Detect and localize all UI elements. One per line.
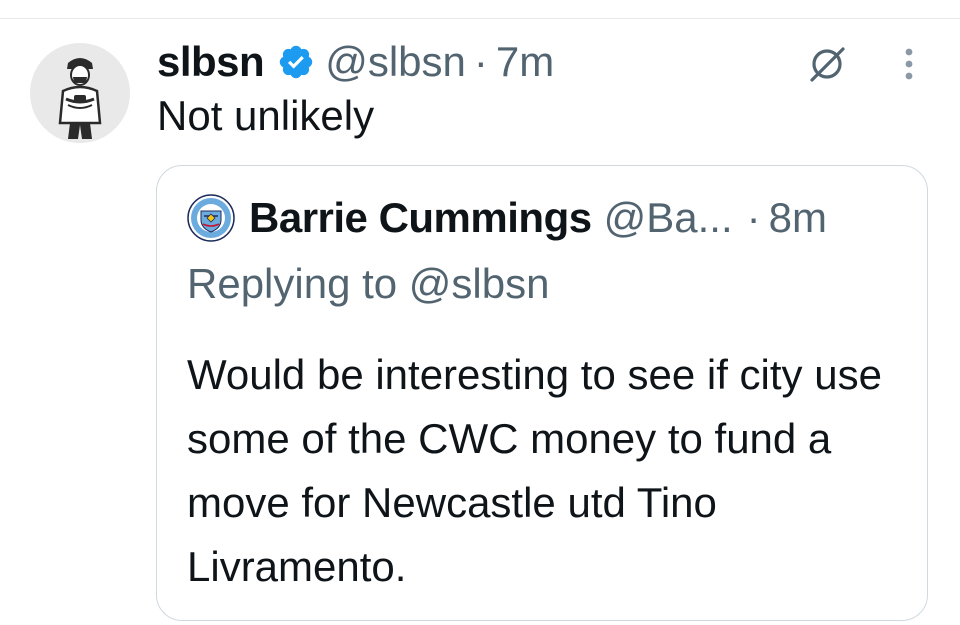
- author-display-name[interactable]: slbsn: [157, 38, 265, 86]
- quoted-author-display-name[interactable]: Barrie Cummings: [249, 194, 592, 242]
- quoted-timestamp[interactable]: 8m: [769, 194, 827, 242]
- quoted-tweet-header: Barrie Cummings @Ba... · 8m: [187, 190, 827, 246]
- author-handle[interactable]: @slbsn: [325, 38, 466, 86]
- quoted-separator-dot: ·: [746, 194, 761, 241]
- manchester-city-crest-icon: [187, 194, 235, 242]
- avatar[interactable]: [30, 43, 130, 143]
- more-vertical-icon: [905, 48, 913, 80]
- replying-to-mention[interactable]: @slbsn: [409, 260, 550, 307]
- grok-button[interactable]: [803, 40, 851, 88]
- top-divider: [0, 18, 960, 19]
- replying-to-line: Replying to @slbsn: [187, 260, 549, 308]
- verified-badge-icon: [277, 43, 315, 81]
- avatar-person-sketch-icon: [30, 43, 130, 143]
- grok-icon: [810, 47, 845, 82]
- separator-dot: ·: [473, 38, 488, 85]
- more-options-button[interactable]: [892, 40, 926, 88]
- quoted-author-handle[interactable]: @Ba...: [604, 194, 733, 242]
- tweet-header: slbsn @slbsn · 7m: [157, 34, 554, 90]
- quoted-avatar: [187, 194, 235, 242]
- quoted-tweet-card[interactable]: Barrie Cummings @Ba... · 8m Replying to …: [156, 165, 928, 621]
- replying-to-prefix: Replying to: [187, 260, 398, 307]
- quoted-tweet-text: Would be interesting to see if city use …: [187, 351, 882, 590]
- timestamp[interactable]: 7m: [496, 38, 554, 86]
- tweet-text: Not unlikely: [157, 92, 375, 139]
